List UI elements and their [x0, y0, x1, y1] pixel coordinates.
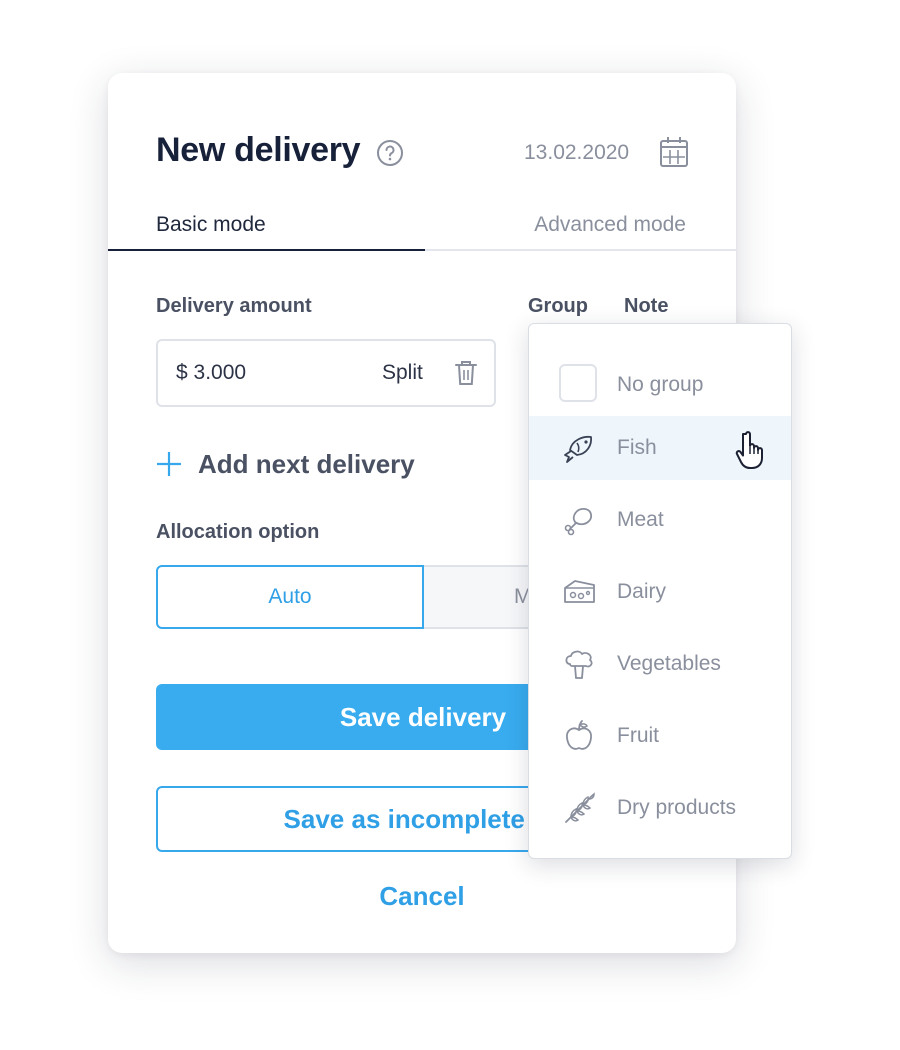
dropdown-item-label: Vegetables: [617, 652, 721, 675]
split-button[interactable]: Split: [382, 361, 423, 385]
fish-icon: [564, 435, 592, 463]
dropdown-item-dairy[interactable]: Dairy: [529, 560, 791, 624]
dropdown-item-label: Dairy: [617, 580, 667, 603]
tab-advanced-mode[interactable]: Advanced mode: [534, 213, 686, 237]
note-column-label: Note: [624, 295, 669, 317]
dropdown-item-meat[interactable]: Meat: [529, 488, 791, 552]
cheese-icon: [564, 580, 595, 603]
dropdown-item-label: Fish: [617, 436, 657, 459]
dropdown-item-fruit[interactable]: Fruit: [529, 704, 791, 768]
delivery-amount-value[interactable]: $ 3.000: [176, 361, 246, 385]
add-next-delivery-label: Add next delivery: [198, 448, 415, 479]
dropdown-item-vegetables[interactable]: Vegetables: [529, 632, 791, 696]
delivery-date[interactable]: 13.02.2020: [524, 141, 629, 165]
calendar-icon[interactable]: [659, 136, 689, 168]
no-group-checkbox[interactable]: [559, 364, 597, 402]
dropdown-item-label: Dry products: [617, 796, 737, 819]
delivery-amount-field[interactable]: $ 3.000 Split: [156, 339, 496, 407]
delivery-amount-label: Delivery amount: [156, 295, 312, 317]
dropdown-item-dry-products[interactable]: Dry products: [529, 776, 791, 840]
allocation-option-label: Allocation option: [156, 521, 320, 543]
trash-icon[interactable]: [454, 359, 478, 387]
dropdown-item-no-group[interactable]: No group: [529, 353, 791, 417]
allocation-auto-option[interactable]: Auto: [156, 565, 424, 629]
dropdown-item-fish[interactable]: Fish: [529, 416, 791, 480]
dropdown-item-label: Fruit: [617, 724, 659, 747]
dialog-title: New delivery: [156, 131, 361, 169]
broccoli-icon: [565, 650, 593, 679]
apple-icon: [566, 720, 592, 750]
tab-basic-mode[interactable]: Basic mode: [156, 213, 266, 237]
hand-cursor-icon: [735, 431, 763, 469]
dropdown-item-label: No group: [617, 373, 704, 396]
help-icon[interactable]: [376, 139, 404, 167]
active-tab-indicator: [108, 249, 425, 251]
add-next-delivery-button[interactable]: Add next delivery: [156, 447, 415, 481]
group-dropdown: No group Fish Meat Dairy Vegetables Frui…: [528, 323, 792, 859]
meat-icon: [564, 508, 592, 536]
wheat-icon: [565, 792, 595, 823]
cancel-button[interactable]: Cancel: [108, 881, 736, 912]
group-column-label: Group: [528, 295, 588, 317]
dropdown-item-label: Meat: [617, 508, 664, 531]
plus-icon: [157, 452, 181, 476]
